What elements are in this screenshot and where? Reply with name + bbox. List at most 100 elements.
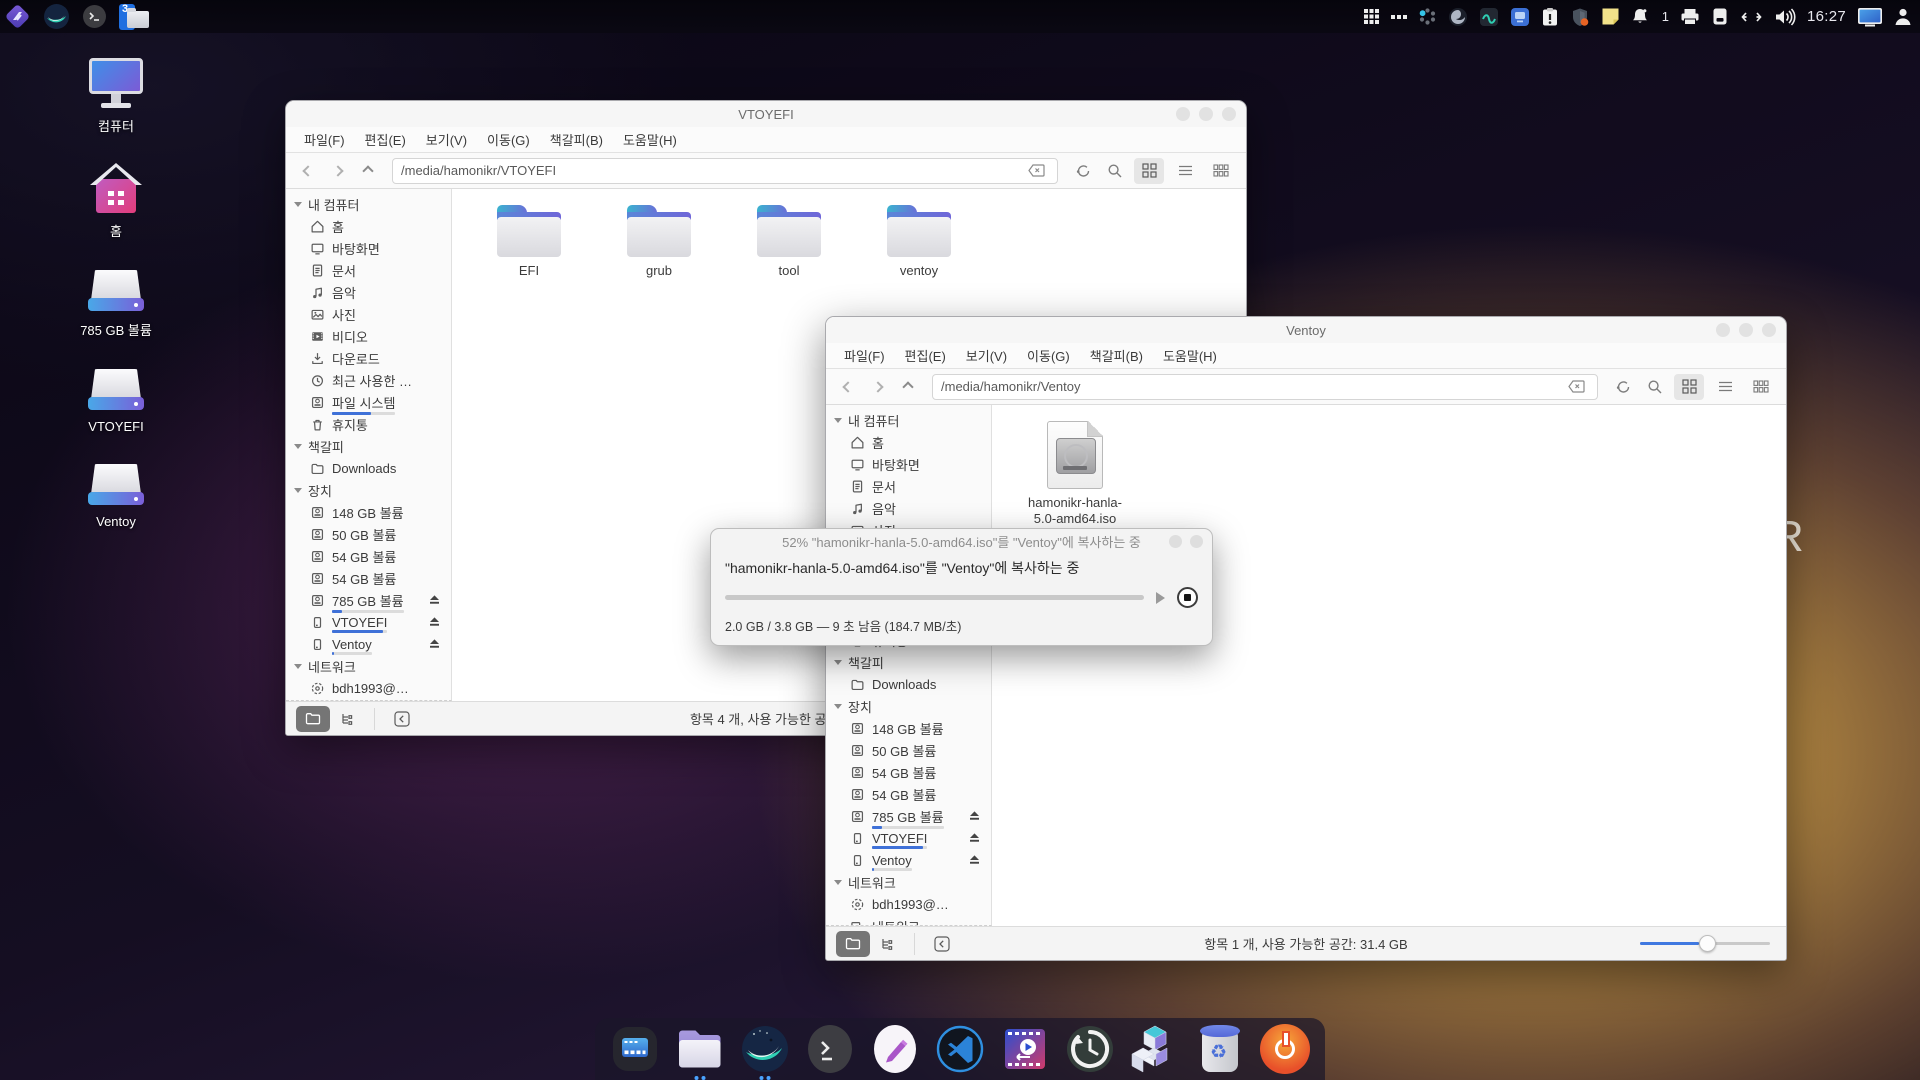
desktop-icon-홈[interactable]: 홈 [68,165,164,240]
network-arrows-icon[interactable] [1740,10,1763,24]
sidebar-section-header[interactable]: 네트워크 [826,871,991,893]
sidebar-item[interactable]: 785 GB 볼륨 [286,589,451,611]
sidebar-item[interactable]: 54 GB 볼륨 [826,783,991,805]
menu-item[interactable]: 파일(F) [834,346,895,365]
forward-button[interactable] [866,375,890,399]
folder-EFI[interactable]: EFI [474,205,584,279]
reload-button[interactable] [1610,374,1636,400]
pause-icon[interactable] [1156,592,1165,604]
sidebar-item[interactable]: Downloads [286,457,451,479]
sidebar-item[interactable]: 50 GB 볼륨 [286,523,451,545]
path-field[interactable]: /media/hamonikr/VTOYEFI [392,158,1058,184]
sidebar-item[interactable]: 네트워크 [826,915,991,926]
back-button[interactable] [836,375,860,399]
minimize-button[interactable] [1176,107,1190,121]
volume-icon[interactable] [1774,8,1796,26]
menu-item[interactable]: 책갈피(B) [1080,346,1153,365]
sidebar-item[interactable]: 문서 [826,475,991,497]
places-toggle-button[interactable] [296,706,330,732]
sidebar-item[interactable]: 785 GB 볼륨 [826,805,991,827]
dock-timeshift[interactable] [1064,1023,1116,1075]
dock-software-boxes[interactable] [1129,1023,1181,1075]
titlebar[interactable]: VTOYEFI [286,101,1246,127]
desktop-icon-785 GB 볼륨[interactable]: 785 GB 볼륨 [68,270,164,339]
removable-drive-icon[interactable] [1711,7,1729,26]
display-icon[interactable] [1857,7,1883,27]
sidebar-item[interactable]: 148 GB 볼륨 [826,717,991,739]
back-button[interactable] [296,159,320,183]
places-toggle-button[interactable] [836,931,870,957]
menu-item[interactable]: 편집(E) [895,346,956,365]
zoom-slider[interactable] [1640,942,1770,945]
search-button[interactable] [1102,158,1128,184]
folder-grub[interactable]: grub [604,205,714,279]
sidebar-item[interactable]: 바탕화면 [286,237,451,259]
up-button[interactable] [896,375,920,399]
sidebar-section-header[interactable]: 내 컴퓨터 [286,193,451,215]
sidebar-section-header[interactable]: 장치 [286,479,451,501]
view-list-button[interactable] [1710,374,1740,400]
maximize-button[interactable] [1199,107,1213,121]
titlebar[interactable]: Ventoy [826,317,1786,343]
file-iso[interactable]: hamonikr-hanla-5.0-amd64.iso [1020,421,1130,528]
spinner-icon[interactable] [1418,7,1437,26]
user-icon[interactable] [1894,7,1912,26]
dialog-close-button[interactable] [1190,535,1203,548]
treeview-toggle-button[interactable] [330,706,364,732]
up-button[interactable] [356,159,380,183]
dock-app-launcher[interactable] [609,1023,661,1075]
dialog-titlebar[interactable]: 52% "hamonikr-hanla-5.0-amd64.iso"를 "Ven… [711,529,1212,554]
dock-video-player[interactable] [999,1023,1051,1075]
sidebar-item[interactable]: 음악 [286,281,451,303]
view-grid-button[interactable] [1674,374,1704,400]
desktop-icon-컴퓨터[interactable]: 컴퓨터 [68,58,164,135]
sidebar-item[interactable]: bdh1993@… [826,893,991,915]
folder-ventoy[interactable]: ventoy [864,205,974,279]
eject-button[interactable] [428,593,441,608]
dock-whale-browser[interactable] [739,1023,791,1075]
forward-button[interactable] [326,159,350,183]
sidebar-item[interactable]: Ventoy [826,849,991,871]
view-grid-button[interactable] [1134,158,1164,184]
sidebar-item[interactable]: 홈 [286,215,451,237]
sidebar-item[interactable]: bdh1993@… [286,677,451,699]
sidebar-section-header[interactable]: 네트워크 [286,655,451,677]
sidebar-item[interactable]: 홈 [826,431,991,453]
treeview-toggle-button[interactable] [870,931,904,957]
terminal-icon[interactable] [82,4,107,29]
folder-tool[interactable]: tool [734,205,844,279]
close-button[interactable] [1222,107,1236,121]
desktop-icon-VTOYEFI[interactable]: VTOYEFI [68,369,164,434]
sidebar-section-header[interactable]: 내 컴퓨터 [826,409,991,431]
dock-trash[interactable]: ♻ [1194,1023,1246,1075]
eject-button[interactable] [428,615,441,630]
menu-item[interactable]: 이동(G) [477,130,540,149]
eject-button[interactable] [968,831,981,846]
file-manager-window-icon[interactable]: 3 [119,3,151,31]
search-button[interactable] [1642,374,1668,400]
view-list-button[interactable] [1170,158,1200,184]
sidebar-item[interactable]: VTOYEFI [826,827,991,849]
menu-item[interactable]: 보기(V) [956,346,1017,365]
menu-item[interactable]: 도움말(H) [1153,346,1227,365]
sidebar-item[interactable]: 최근 사용한 … [286,369,451,391]
sidebar-item[interactable]: Downloads [826,673,991,695]
dock-file-manager[interactable] [674,1023,726,1075]
eject-button[interactable] [968,809,981,824]
view-compact-button[interactable] [1206,158,1236,184]
reload-button[interactable] [1070,158,1096,184]
sidebar-section-header[interactable]: 책갈피 [826,651,991,673]
clipboard-alert-icon[interactable] [1541,7,1559,27]
sidebar-section-header[interactable]: 책갈피 [286,435,451,457]
menu-item[interactable]: 도움말(H) [613,130,687,149]
sidebar-item[interactable]: 바탕화면 [826,453,991,475]
stop-button[interactable] [1177,587,1198,608]
overflow-dots-icon[interactable] [1391,14,1407,20]
menu-item[interactable]: 보기(V) [416,130,477,149]
view-compact-button[interactable] [1746,374,1776,400]
bell-icon[interactable] [1631,7,1649,26]
whale-browser-icon[interactable] [43,3,70,30]
minimize-button[interactable] [1716,323,1730,337]
sidebar-item[interactable]: VTOYEFI [286,611,451,633]
sidebar-item[interactable]: 사진 [286,303,451,325]
